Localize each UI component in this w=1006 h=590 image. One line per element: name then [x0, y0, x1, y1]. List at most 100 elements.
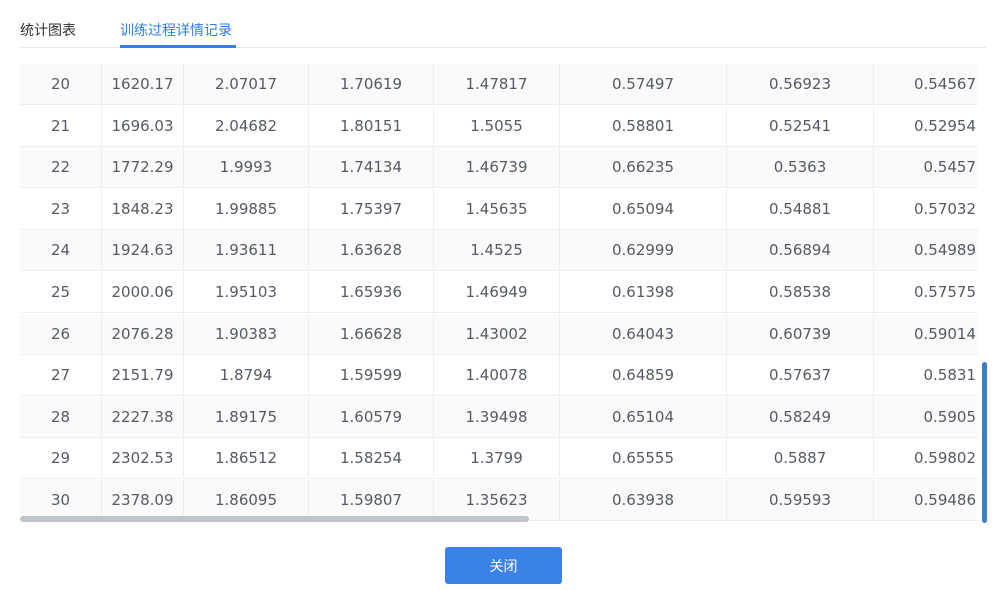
table-cell: 0.60739 [727, 313, 874, 355]
table-cell: 0.64043 [560, 313, 727, 355]
tab-training-details[interactable]: 训练过程详情记录 [120, 20, 232, 40]
table-cell: 2227.38 [102, 396, 184, 438]
table-cell: 1.40078 [434, 355, 560, 397]
table-cell: 26 [20, 313, 102, 355]
table-cell: 0.58801 [560, 105, 727, 147]
table-cell: 2302.53 [102, 438, 184, 480]
table-cell: 0.5905 [923, 407, 977, 426]
horizontal-scrollbar[interactable] [20, 516, 529, 522]
table-cell: 1.70619 [309, 64, 434, 105]
table-cell: 1.74134 [309, 147, 434, 189]
table-cell: 0.5457 [923, 158, 977, 177]
vertical-scrollbar[interactable] [982, 362, 987, 523]
table-cell: 0.56894 [727, 230, 874, 272]
table-cell: 1.60579 [309, 396, 434, 438]
table-cell: 0.65094 [560, 188, 727, 230]
table-cell: 0.5887 [727, 438, 874, 480]
table-cell: 1.75397 [309, 188, 434, 230]
table-cell: 2000.06 [102, 272, 184, 313]
table-cell: 0.58249 [727, 396, 874, 438]
table-cell: 1.86095 [184, 480, 309, 521]
table-cell: 1.66628 [309, 313, 434, 355]
table-cell: 1924.63 [102, 230, 184, 272]
table-cell: 21 [20, 105, 102, 147]
table-cell: 0.65555 [560, 438, 727, 480]
table-cell: 1.3799 [434, 438, 560, 480]
table-cell: 0.63938 [560, 480, 727, 521]
close-button[interactable]: 关闭 [445, 547, 562, 584]
table-cell: 1.8794 [184, 355, 309, 397]
table-cell: 1772.29 [102, 147, 184, 189]
table-cell: 1.89175 [184, 396, 309, 438]
table-cell: 1.59807 [309, 480, 434, 521]
table-cell: 0.56923 [727, 64, 874, 105]
table-cell: 0.54881 [727, 188, 874, 230]
table-cell: 1696.03 [102, 105, 184, 147]
table-cell: 0.57637 [727, 355, 874, 397]
table-cell: 2076.28 [102, 313, 184, 355]
table-cell: 30 [20, 480, 102, 521]
table-row: 27 2151.79 1.8794 1.59599 1.40078 0.64859 0.57… [20, 355, 978, 397]
table-cell: 1.47817 [434, 64, 560, 105]
table-cell: 1.46949 [434, 272, 560, 313]
table-cell: 27 [20, 355, 102, 397]
table-cell: 0.54989 [913, 241, 976, 260]
training-records-table: 20 1620.17 2.07017 1.70619 1.47817 0.57497 0.5… [20, 64, 978, 522]
table-cell: 0.59014 [913, 324, 976, 343]
table-cell: 1.43002 [434, 313, 560, 355]
table-cell: 23 [20, 188, 102, 230]
table-row: 21 1696.03 2.04682 1.80151 1.5055 0.58801 0.52… [20, 105, 978, 147]
table-cell: 0.65104 [560, 396, 727, 438]
table-cell: 22 [20, 147, 102, 189]
table-cell: 1.5055 [434, 105, 560, 147]
table-cell: 0.64859 [560, 355, 727, 397]
table-cell: 0.54567 [913, 75, 976, 93]
table-cell: 0.59486 [913, 491, 976, 509]
table-cell: 1.39498 [434, 396, 560, 438]
table-cell: 0.66235 [560, 147, 727, 189]
table-cell: 1.93611 [184, 230, 309, 272]
table-cell: 0.58538 [727, 272, 874, 313]
table-cell: 1.99885 [184, 188, 309, 230]
table-cell: 0.57575 [913, 283, 976, 301]
table-row: 29 2302.53 1.86512 1.58254 1.3799 0.65555 0.58… [20, 438, 978, 480]
table-row: 24 1924.63 1.93611 1.63628 1.4525 0.62999 0.56… [20, 230, 978, 272]
table-cell: 2378.09 [102, 480, 184, 521]
table-cell: 0.59802 [913, 449, 976, 468]
table-cell: 1.46739 [434, 147, 560, 189]
table-cell: 1.58254 [309, 438, 434, 480]
table-cell: 0.57032 [913, 199, 976, 218]
table-row: 22 1772.29 1.9993 1.74134 1.46739 0.66235 0.53… [20, 147, 978, 189]
table-cell: 29 [20, 438, 102, 480]
active-tab-indicator [120, 45, 236, 48]
table-cell: 0.59593 [727, 480, 874, 521]
table-cell: 1.9993 [184, 147, 309, 189]
table-row: 20 1620.17 2.07017 1.70619 1.47817 0.57497 0.5… [20, 64, 978, 105]
table-cell: 1620.17 [102, 64, 184, 105]
table-cell: 1.63628 [309, 230, 434, 272]
table-cell: 28 [20, 396, 102, 438]
table-row: 28 2227.38 1.89175 1.60579 1.39498 0.65104 0.5… [20, 396, 978, 438]
table-cell: 0.52541 [727, 105, 874, 147]
table-cell: 0.52954 [913, 116, 976, 135]
table-cell: 1.90383 [184, 313, 309, 355]
table-cell: 1.86512 [184, 438, 309, 480]
table-cell: 1.65936 [309, 272, 434, 313]
table-cell: 0.5831 [923, 366, 977, 385]
table-cell: 1.35623 [434, 480, 560, 521]
table-cell: 25 [20, 272, 102, 313]
table-cell: 24 [20, 230, 102, 272]
table-row: 25 2000.06 1.95103 1.65936 1.46949 0.61398 0.5… [20, 272, 978, 313]
table-cell: 1.80151 [309, 105, 434, 147]
table-cell: 20 [20, 64, 102, 105]
tab-statistics-charts[interactable]: 统计图表 [20, 20, 76, 40]
table-cell: 0.57497 [560, 64, 727, 105]
table-cell: 1.95103 [184, 272, 309, 313]
table-row: 23 1848.23 1.99885 1.75397 1.45635 0.65094 0.5… [20, 188, 978, 230]
tab-bar: 统计图表 训练过程详情记录 [20, 0, 986, 48]
table-cell: 2.04682 [184, 105, 309, 147]
table-cell: 1.45635 [434, 188, 560, 230]
table-cell: 0.61398 [560, 272, 727, 313]
table-cell: 2.07017 [184, 64, 309, 105]
table-cell: 2151.79 [102, 355, 184, 397]
